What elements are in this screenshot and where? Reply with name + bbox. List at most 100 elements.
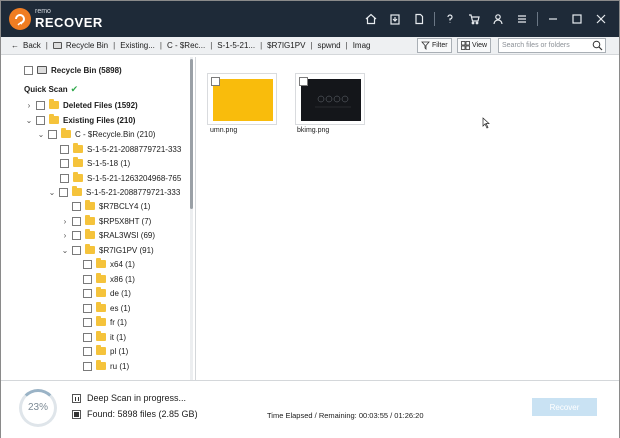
chevron-down-icon[interactable]: ⌄ xyxy=(48,188,56,197)
chevron-down-icon[interactable]: ⌄ xyxy=(25,116,33,125)
checkbox[interactable] xyxy=(83,346,92,356)
folder-tree: Recycle Bin (5898) Quick Scan ✔ › Delete… xyxy=(10,57,196,380)
home-icon[interactable] xyxy=(359,10,383,28)
checkbox[interactable] xyxy=(72,216,81,226)
tree-item-existing-files[interactable]: ⌄ Existing Files (210) xyxy=(25,113,135,127)
tree-item[interactable]: x64 (1) xyxy=(83,257,135,271)
chevron-down-icon[interactable]: ⌄ xyxy=(37,130,45,139)
checkbox[interactable] xyxy=(83,317,92,327)
search-icon[interactable] xyxy=(592,40,603,51)
breadcrumb-item[interactable]: S-1-5-21... xyxy=(213,41,259,50)
breadcrumb-recycle-bin[interactable]: Recycle Bin xyxy=(49,41,112,50)
checkbox[interactable] xyxy=(48,129,57,139)
tree-item[interactable]: › $RP5X8HT (7) xyxy=(61,214,151,228)
back-button[interactable]: ← Back xyxy=(7,41,45,50)
tree-item[interactable]: it (1) xyxy=(83,330,126,344)
checkbox[interactable] xyxy=(83,332,92,342)
checkbox[interactable] xyxy=(299,77,308,86)
brand-small: remo xyxy=(35,8,51,15)
chevron-down-icon[interactable]: ⌄ xyxy=(61,246,69,255)
tree-item[interactable]: S-1-5-18 (1) xyxy=(60,156,130,170)
checkbox[interactable] xyxy=(72,230,81,240)
tree-item[interactable]: ru (1) xyxy=(83,359,129,373)
checkbox[interactable] xyxy=(24,65,33,75)
breadcrumb-item[interactable]: Imag xyxy=(349,41,375,50)
search-input[interactable]: Search files or folders xyxy=(498,38,606,53)
minimize-icon[interactable] xyxy=(541,10,565,28)
scan-status-text: Deep Scan in progress... xyxy=(87,393,187,403)
checkbox[interactable] xyxy=(59,187,68,197)
file-name: umn.png xyxy=(210,127,238,134)
checkbox[interactable] xyxy=(72,245,81,255)
menu-icon[interactable] xyxy=(510,10,534,28)
tree-item-recycle-bin[interactable]: Recycle Bin (5898) xyxy=(24,63,122,77)
filter-icon xyxy=(421,41,430,50)
folder-icon xyxy=(61,128,71,138)
image-preview xyxy=(213,79,273,121)
progress-ring: 23% xyxy=(19,389,57,427)
file-thumbnail[interactable] xyxy=(295,73,365,125)
chevron-right-icon[interactable]: › xyxy=(61,217,69,226)
scan-status-row: Deep Scan in progress... xyxy=(72,393,186,403)
checkbox[interactable] xyxy=(60,144,69,154)
tree-item[interactable]: fr (1) xyxy=(83,315,127,329)
found-row: Found: 5898 files (2.85 GB) xyxy=(72,409,198,419)
checkbox[interactable] xyxy=(60,173,69,183)
breadcrumb-item[interactable]: C - $Rec... xyxy=(163,41,209,50)
checkbox[interactable] xyxy=(60,158,69,168)
tree-item[interactable]: de (1) xyxy=(83,286,131,300)
breadcrumb-item[interactable]: Existing... xyxy=(116,41,159,50)
checkbox[interactable] xyxy=(211,77,220,86)
breadcrumb-item[interactable]: $R7IG1PV xyxy=(263,41,309,50)
checkbox[interactable] xyxy=(83,303,92,313)
tree-item[interactable]: ⌄ $R7IG1PV (91) xyxy=(61,243,154,257)
checkbox[interactable] xyxy=(36,115,45,125)
folder-icon xyxy=(96,258,106,268)
chevron-right-icon[interactable]: › xyxy=(25,101,33,110)
tree-item[interactable]: S-1-5-21-1263204968-765 xyxy=(60,171,181,185)
checkbox[interactable] xyxy=(83,274,92,284)
back-label: Back xyxy=(23,41,41,50)
tree-item[interactable]: es (1) xyxy=(83,301,130,315)
pause-icon[interactable] xyxy=(72,393,81,403)
help-icon[interactable] xyxy=(438,10,462,28)
file-name: bkimg.png xyxy=(297,127,330,134)
document-icon[interactable] xyxy=(407,10,431,28)
toolbar-divider xyxy=(434,12,435,26)
tree-item[interactable]: ⌄ C - $Recycle.Bin (210) xyxy=(37,127,155,141)
tree-item[interactable]: S-1-5-21-2088779721-333 xyxy=(60,142,181,156)
maximize-icon[interactable] xyxy=(565,10,589,28)
file-thumbnail[interactable] xyxy=(207,73,277,125)
found-text: Found: 5898 files (2.85 GB) xyxy=(87,409,198,419)
checkbox[interactable] xyxy=(36,100,45,110)
tree-item-deleted-files[interactable]: › Deleted Files (1592) xyxy=(25,98,138,112)
chevron-right-icon[interactable]: › xyxy=(61,231,69,240)
export-icon[interactable] xyxy=(383,10,407,28)
user-icon[interactable] xyxy=(486,10,510,28)
checkbox[interactable] xyxy=(83,259,92,269)
brand-name: RECOVER xyxy=(35,15,103,30)
folder-icon xyxy=(96,273,106,283)
tree-scrollbar-thumb[interactable] xyxy=(190,59,193,209)
cart-icon[interactable] xyxy=(462,10,486,28)
close-icon[interactable] xyxy=(589,10,613,28)
folder-icon xyxy=(49,114,59,124)
folder-icon xyxy=(85,229,95,239)
view-button[interactable]: View xyxy=(457,38,492,53)
logo-icon xyxy=(9,8,31,30)
drive-icon xyxy=(52,42,62,49)
checkbox[interactable] xyxy=(72,201,81,211)
tree-item[interactable]: › $RAL3WSI (69) xyxy=(61,228,155,242)
tree-item[interactable]: ⌄ S-1-5-21-2088779721-333 xyxy=(48,185,180,199)
tree-item[interactable]: pl (1) xyxy=(83,344,128,358)
tree-item[interactable]: $R7BCLY4 (1) xyxy=(72,199,150,213)
recover-button[interactable]: Recover xyxy=(532,398,597,416)
folder-icon xyxy=(85,244,95,254)
checkbox[interactable] xyxy=(83,361,92,371)
breadcrumb-item[interactable]: spwnd xyxy=(313,41,344,50)
stop-icon[interactable] xyxy=(72,409,81,419)
checkbox[interactable] xyxy=(83,288,92,298)
panel-divider[interactable] xyxy=(195,57,196,380)
filter-button[interactable]: Filter xyxy=(417,38,452,53)
tree-item[interactable]: x86 (1) xyxy=(83,272,135,286)
